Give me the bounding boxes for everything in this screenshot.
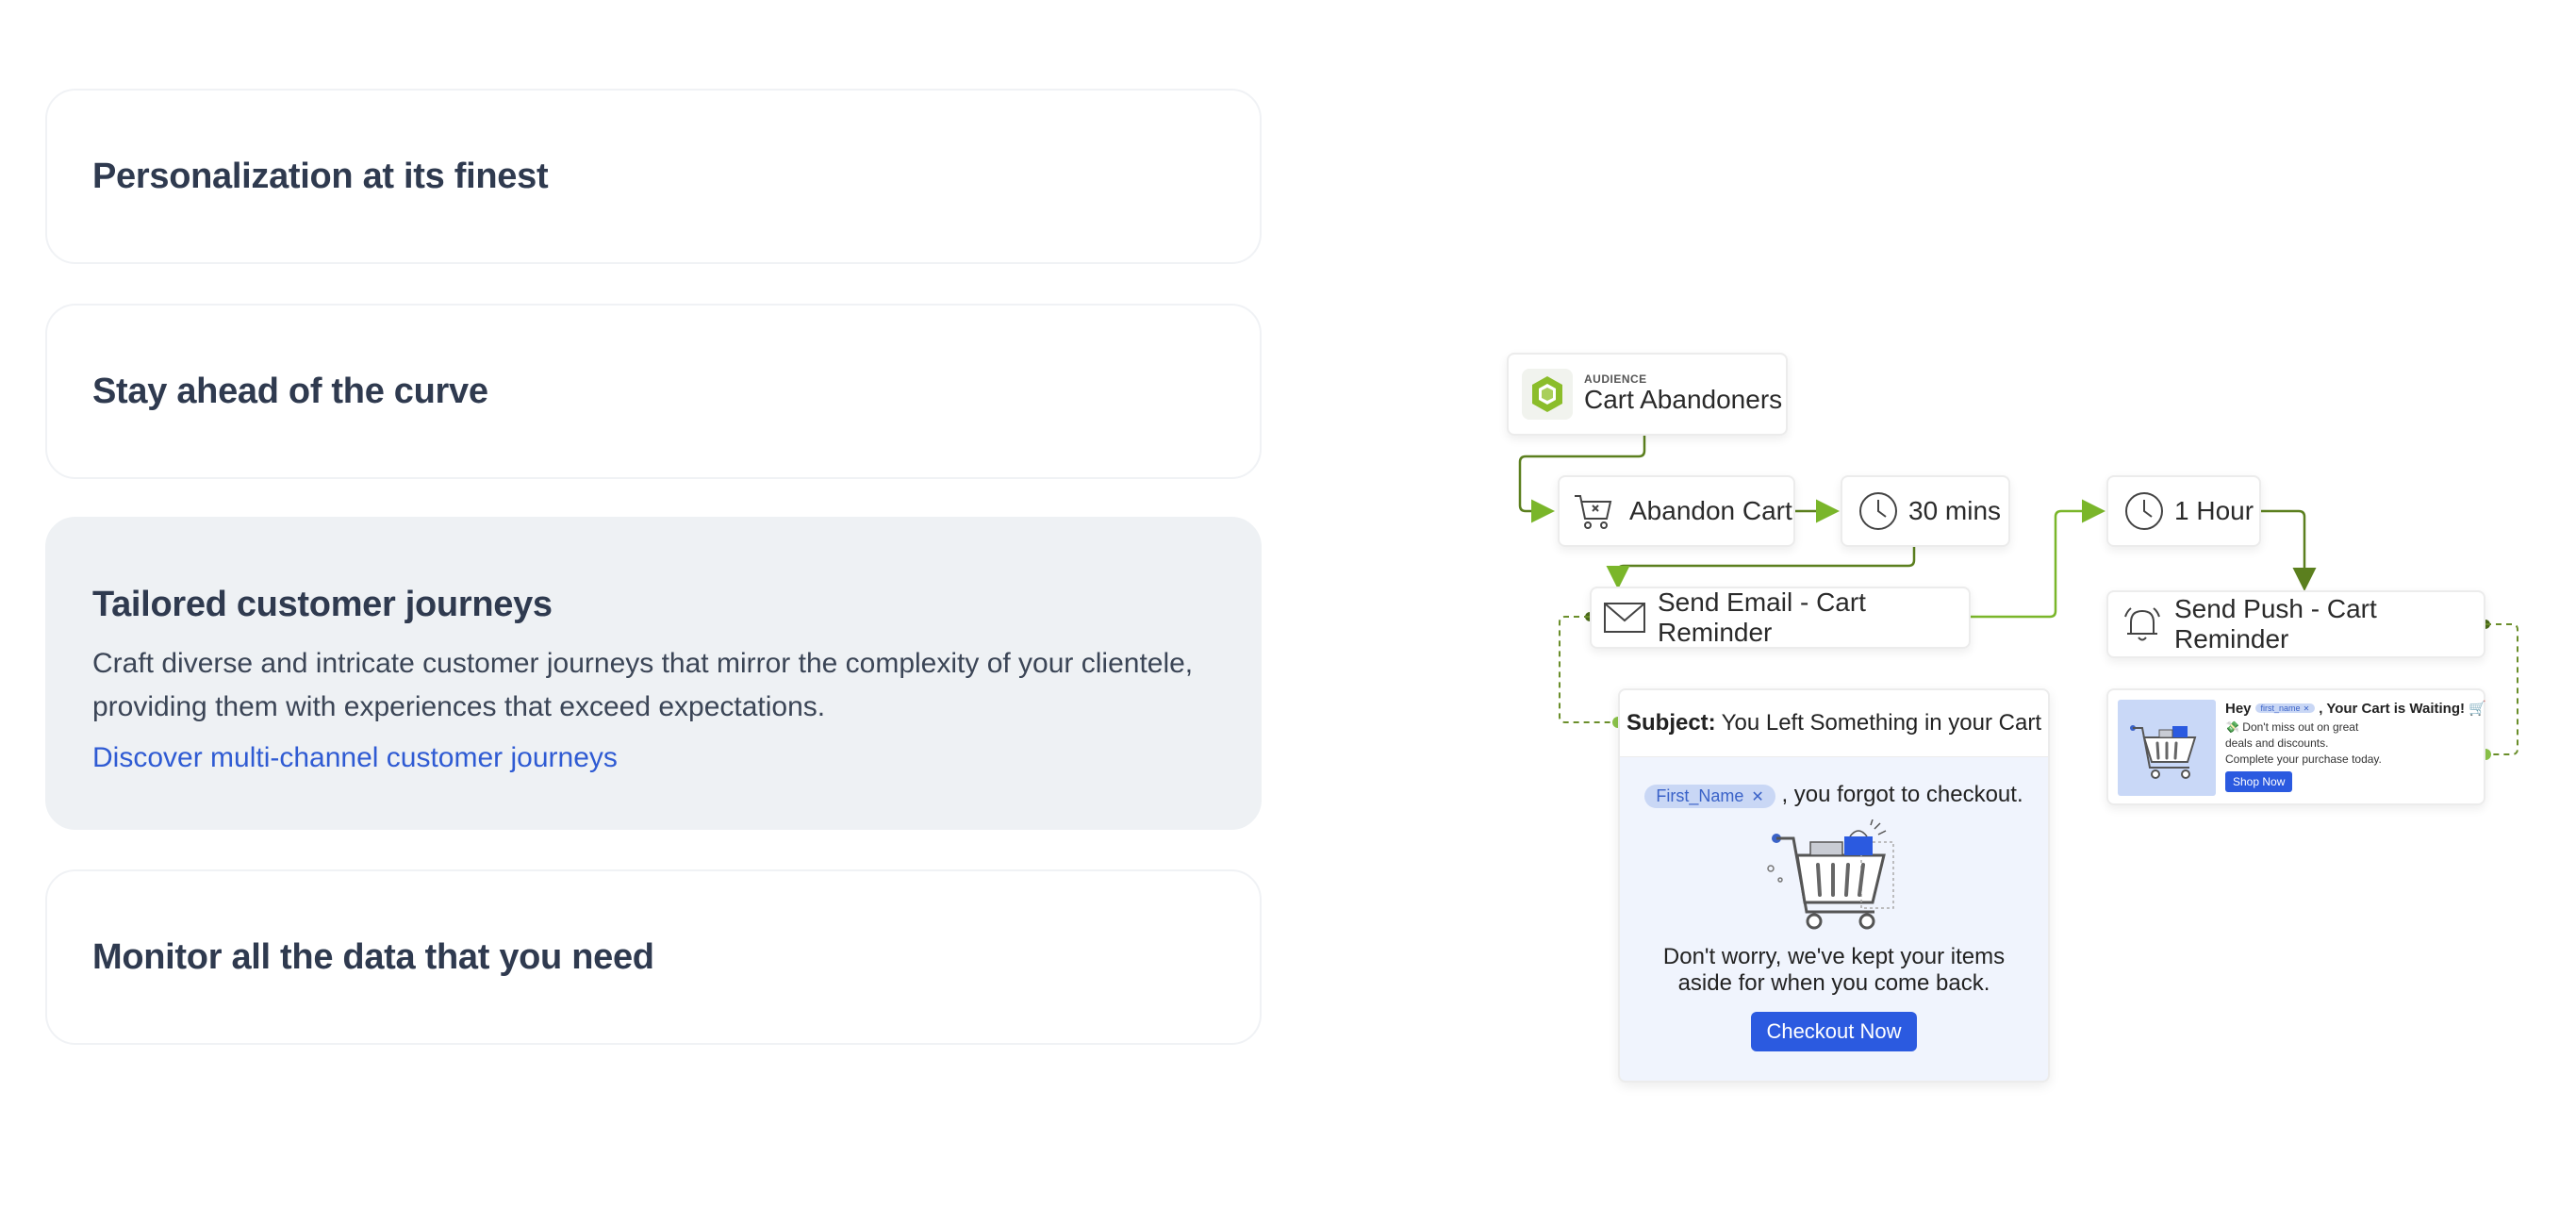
connector-push-preview xyxy=(2485,623,2518,755)
clock-icon xyxy=(2123,490,2165,532)
wait-label: 1 Hour xyxy=(2174,496,2254,525)
send-email-node[interactable]: Send Email - Cart Reminder xyxy=(1590,587,1971,649)
wait-label: 30 mins xyxy=(1908,496,2002,525)
connector-wait-to-push xyxy=(2261,509,2317,591)
audience-name: Cart Abandoners xyxy=(1584,385,1783,415)
connector-wait-to-email xyxy=(1606,547,1916,589)
push-preview: Hey first_name ✕ , Your Cart is Waiting! … xyxy=(2106,688,2486,805)
trigger-node[interactable]: Abandon Cart xyxy=(1558,475,1795,547)
wait-node-30min[interactable]: 30 mins xyxy=(1841,475,2010,547)
push-title: Hey first_name ✕ , Your Cart is Waiting! … xyxy=(2225,700,2486,718)
audience-node[interactable]: AUDIENCE Cart Abandoners xyxy=(1507,353,1788,436)
email-subject-label: Subject: xyxy=(1626,710,1716,736)
push-image xyxy=(2118,700,2216,796)
trigger-label: Abandon Cart xyxy=(1629,496,1792,525)
email-step-label: Send Email - Cart Reminder xyxy=(1658,587,1866,647)
send-push-node[interactable]: Send Push - Cart Reminder xyxy=(2106,590,2485,658)
push-body: 💸 Don't miss out on great deals and disc… xyxy=(2225,720,2382,766)
cart-x-icon xyxy=(1573,490,1614,532)
shop-now-button[interactable]: Shop Now xyxy=(2225,771,2293,792)
email-subject-row: Subject: You Left Something in your Cart xyxy=(1620,690,2048,757)
first-name-token: first_name ✕ xyxy=(2254,703,2316,713)
wait-node-1hour[interactable]: 1 Hour xyxy=(2106,475,2261,547)
bell-icon xyxy=(2122,604,2163,645)
first-name-token: First_Name ✕ xyxy=(1644,785,1775,808)
remove-token-icon: ✕ xyxy=(1751,788,1764,805)
push-step-label: Send Push - Cart Reminder xyxy=(2174,594,2377,653)
checkout-now-button[interactable]: Checkout Now xyxy=(1751,1012,1917,1051)
envelope-icon xyxy=(1603,602,1646,634)
journey-diagram: AUDIENCE Cart Abandoners Abandon Cart 30… xyxy=(0,0,2576,1224)
email-greeting: First_Name ✕ , you forgot to checkout. xyxy=(1620,782,2048,808)
email-subject: You Left Something in your Cart xyxy=(1721,710,2041,736)
email-body: Don't worry, we've kept your items aside… xyxy=(1662,944,2006,996)
audience-icon xyxy=(1522,369,1573,420)
cart-illustration xyxy=(1620,819,2048,933)
clock-icon xyxy=(1858,490,1899,532)
greeting-text: , you forgot to checkout. xyxy=(1781,782,2023,807)
email-preview: Subject: You Left Something in your Cart… xyxy=(1618,688,2050,1083)
